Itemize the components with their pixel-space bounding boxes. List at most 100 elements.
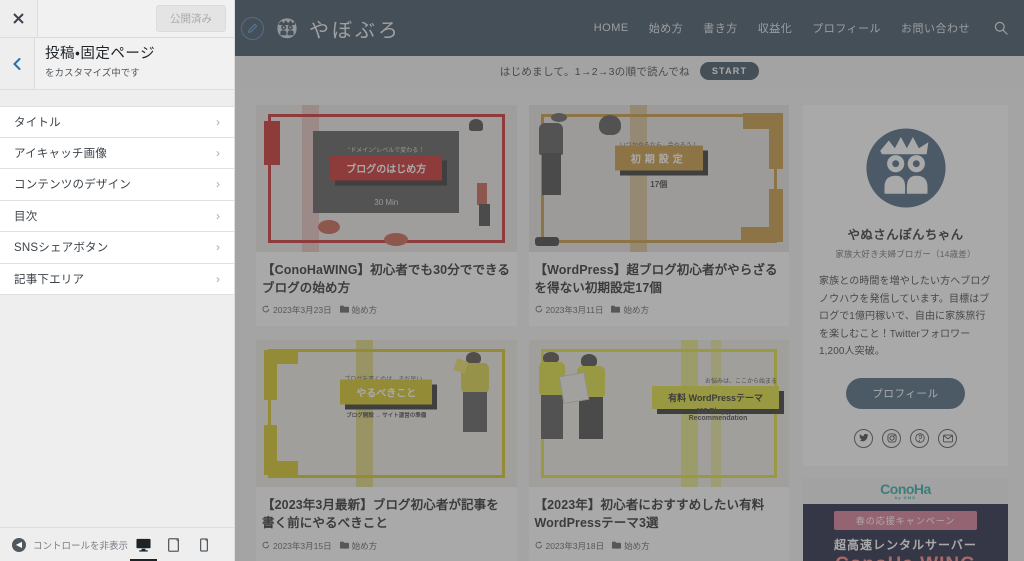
post-card[interactable]: “ドメイン”レベルで変わる！ ブログのはじめ方 30 Min 【ConoHaWI… — [256, 105, 517, 327]
owl-logo-icon — [274, 15, 300, 41]
post-title[interactable]: 【ConoHaWING】初心者でも30分でできるブログの始め方 — [256, 252, 517, 297]
post-date-text: 2023年3月15日 — [273, 540, 332, 551]
thumb-caption-bottom: 17個 — [650, 180, 668, 189]
nav-item-profile[interactable]: プロフィール — [812, 20, 881, 36]
sidebar-item-table-of-contents[interactable]: 目次 › — [0, 200, 234, 232]
conoha-logo: ConoHa by GMO — [880, 481, 931, 500]
chevron-left-icon[interactable] — [0, 38, 35, 89]
profile-button[interactable]: プロフィール — [846, 377, 965, 409]
nav-item-getting-started[interactable]: 始め方 — [649, 20, 684, 36]
post-date: 2023年3月11日 — [535, 304, 604, 316]
sidebar-item-content-design[interactable]: コンテンツのデザイン › — [0, 169, 234, 201]
update-arrow-icon — [262, 540, 270, 551]
sidebar-item-featured-image[interactable]: アイキャッチ画像 › — [0, 137, 234, 169]
sidebar-item-label: 記事下エリア — [14, 273, 85, 286]
post-thumbnail: お悩みは、ここから始まる 有料 WordPressテーマ 113 Blogger… — [528, 340, 789, 488]
profile-role: 家族大好き夫婦ブロガー（14歳差） — [835, 249, 976, 259]
publish-button[interactable]: 公開済み — [156, 5, 226, 32]
site-brand[interactable]: やぼぶろ — [274, 14, 401, 43]
search-icon[interactable] — [994, 21, 1008, 35]
close-icon[interactable] — [0, 0, 38, 37]
post-meta: 2023年3月15日 始め方 — [256, 533, 517, 561]
pinterest-icon[interactable] — [910, 428, 929, 448]
nav-item-home[interactable]: HOME — [594, 22, 629, 34]
panel-spacer — [0, 90, 234, 106]
post-category-text: 始め方 — [624, 540, 650, 551]
post-category-text: 始め方 — [623, 305, 649, 316]
thumb-caption-bottom: ブログ開設 → サイト運営の準備 — [346, 413, 427, 420]
post-title[interactable]: 【WordPress】超ブログ初心者がやらざるを得ない初期設定17個 — [529, 252, 790, 297]
update-arrow-icon — [535, 305, 543, 315]
owl-avatar-icon — [865, 128, 946, 208]
thumb-caption-bottom: 30 Min — [374, 198, 399, 207]
chevron-right-icon: › — [216, 145, 220, 160]
sidebar-item-sns-share-buttons[interactable]: SNSシェアボタン › — [0, 232, 234, 264]
ad-body: 春の応援キャンペーン 超高速レンタルサーバー ConoHa WING — [803, 504, 1008, 561]
email-icon[interactable] — [938, 428, 957, 448]
mobile-preview-icon[interactable] — [195, 536, 212, 553]
ad-logo-area: ConoHa by GMO — [803, 477, 1008, 504]
collapse-arrow-icon[interactable]: ◀ — [12, 537, 26, 552]
post-card[interactable]: お悩みは、ここから始まる 有料 WordPressテーマ 113 Blogger… — [528, 340, 790, 561]
site-preview-frame: やぼぶろ HOME 始め方 書き方 収益化 プロフィール お問い合わせ はじめま… — [235, 0, 1024, 561]
sidebar-item-label: SNSシェアボタン — [14, 242, 109, 255]
chevron-right-icon: › — [216, 208, 220, 223]
customizer-title-block: 投稿・固定ページ をカスタマイズ中です — [35, 38, 155, 89]
customizer-screen: 公開済み 投稿・固定ページ をカスタマイズ中です タイトル › アイキャッチ画像… — [0, 0, 1024, 561]
chevron-right-icon: › — [216, 114, 220, 129]
post-category[interactable]: 始め方 — [339, 304, 378, 316]
profile-widget: やぬさんぽんちゃん 家族大好き夫婦ブロガー（14歳差） 家族との時間を増やしたい… — [803, 105, 1008, 466]
social-links — [819, 428, 992, 448]
nav-item-contact[interactable]: お問い合わせ — [901, 20, 970, 36]
ad-campaign-chip: 春の応援キャンペーン — [833, 510, 978, 530]
thumb-caption-top: “ドメイン”レベルで変わる！ — [348, 148, 425, 154]
post-thumbnail: いつかやるなら、今やろう！ 初期設定 17個 — [528, 105, 789, 252]
post-card[interactable]: いつかやるなら、今やろう！ 初期設定 17個 【WordPress】超ブログ初心… — [528, 105, 790, 327]
post-title[interactable]: 【2023年3月最新】ブログ初心者が記事を書く前にやるべきこと — [256, 487, 517, 532]
sidebar-item-below-article-area[interactable]: 記事下エリア › — [0, 263, 234, 295]
folder-icon — [339, 305, 349, 315]
content-area: “ドメイン”レベルで変わる！ ブログのはじめ方 30 Min 【ConoHaWI… — [235, 86, 1024, 561]
page-title: 投稿・固定ページ — [45, 46, 156, 62]
post-meta: 2023年3月18日 始め方 — [529, 533, 790, 561]
post-category[interactable]: 始め方 — [611, 304, 649, 316]
sidebar-item-label: 目次 — [14, 210, 38, 223]
profile-name: やぬさんぽんちゃん — [847, 228, 964, 242]
post-category-text: 始め方 — [351, 540, 378, 551]
post-category[interactable]: 始め方 — [339, 540, 378, 552]
preview-content: やぼぶろ HOME 始め方 書き方 収益化 プロフィール お問い合わせ はじめま… — [235, 0, 1024, 561]
post-date-text: 2023年3月18日 — [545, 540, 605, 551]
pencil-edit-icon[interactable] — [241, 16, 264, 40]
sidebar-item-title[interactable]: タイトル › — [0, 106, 234, 138]
post-title[interactable]: 【2023年】初心者におすすめしたい有料WordPressテーマ3選 — [529, 487, 790, 532]
notice-text: はじめまして。1→2→3の順で読んでね — [499, 65, 690, 78]
post-card[interactable]: ブログを書くのは、まだ早い。 やるべきこと ブログ開設 → サイト運営の準備 【… — [256, 340, 517, 561]
start-button[interactable]: START — [699, 62, 760, 80]
nav-item-writing[interactable]: 書き方 — [703, 20, 738, 36]
site-title: やぼぶろ — [309, 19, 401, 42]
customizer-footer: ◀ コントロールを非表示 — [0, 527, 234, 561]
thumb-badge: 有料 WordPressテーマ — [652, 386, 779, 410]
ad-banner-conoha[interactable]: ConoHa by GMO 春の応援キャンペーン 超高速レンタルサーバー Con… — [803, 477, 1008, 561]
tablet-preview-icon[interactable] — [165, 536, 182, 553]
customizer-header: 投稿・固定ページ をカスタマイズ中です — [0, 38, 234, 90]
thumb-caption-bottom: 113 Bloggers Recommendation — [688, 408, 748, 423]
chevron-right-icon: › — [216, 271, 220, 286]
thumb-badge: ブログのはじめ方 — [330, 155, 443, 181]
post-category-text: 始め方 — [351, 305, 378, 316]
post-date-text: 2023年3月11日 — [545, 305, 604, 316]
profile-bio: 家族との時間を増やしたい方へブログノウハウを発信しています。目標はブログで1億円… — [819, 276, 991, 357]
post-meta: 2023年3月11日 始め方 — [529, 297, 790, 326]
post-thumbnail: “ドメイン”レベルで変わる！ ブログのはじめ方 30 Min — [256, 105, 517, 252]
post-category[interactable]: 始め方 — [612, 540, 650, 552]
intro-notice-bar: はじめまして。1→2→3の順で読んでね START — [235, 56, 1024, 86]
folder-icon — [611, 305, 621, 315]
ad-product-name: ConoHa WING — [803, 554, 1008, 561]
sidebar-item-label: アイキャッチ画像 — [14, 147, 108, 160]
instagram-icon[interactable] — [882, 428, 901, 448]
desktop-preview-icon[interactable] — [130, 536, 157, 561]
twitter-icon[interactable] — [854, 428, 873, 448]
nav-item-monetization[interactable]: 収益化 — [758, 20, 793, 36]
page-subtitle: をカスタマイズ中です — [45, 68, 140, 80]
